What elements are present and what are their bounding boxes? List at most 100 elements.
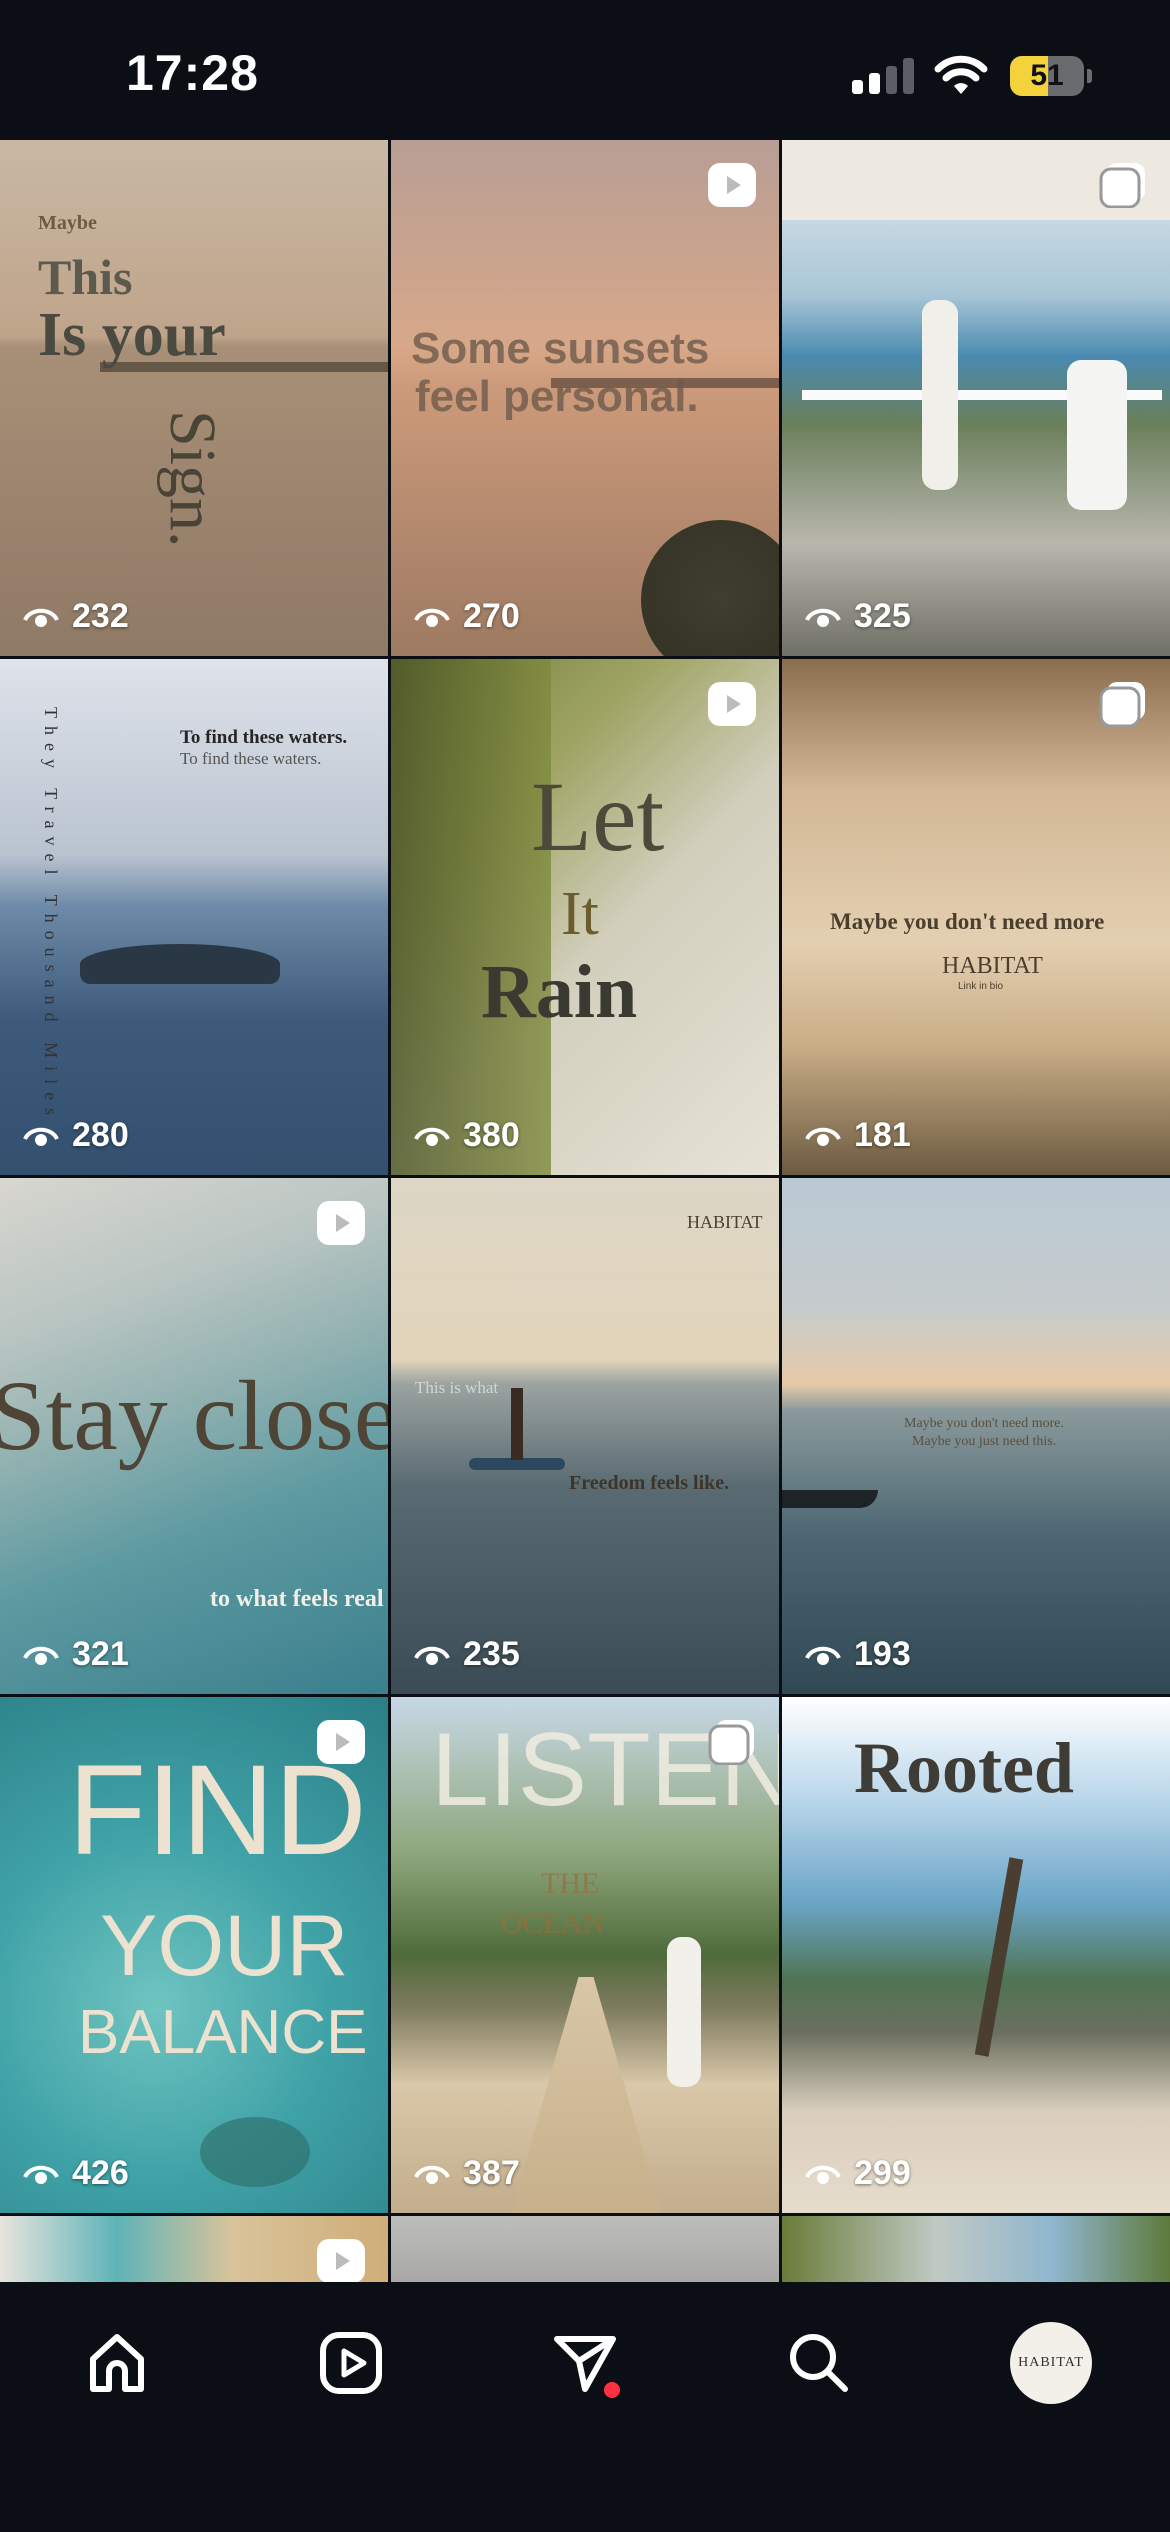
stack-icon — [1099, 163, 1145, 208]
view-count-value: 387 — [463, 2154, 520, 2192]
post-caption: They Travel Thousand Miles — [41, 707, 61, 1124]
nav-home[interactable] — [72, 2318, 162, 2408]
post-caption: Rain — [481, 950, 638, 1034]
view-count-value: 280 — [72, 1116, 129, 1154]
reels-icon — [320, 2332, 382, 2394]
post-tile[interactable]: Maybe you don't need more. Maybe you jus… — [782, 1178, 1170, 1694]
post-tile[interactable]: Let It Rain 380 — [391, 659, 779, 1175]
avatar-text: HABITAT — [1018, 2355, 1084, 2370]
view-count: 280 — [22, 1116, 129, 1155]
view-count-value: 193 — [854, 1635, 911, 1673]
post-caption: YOUR — [100, 1898, 349, 1994]
play-square-icon — [708, 163, 756, 207]
eye-icon — [414, 2165, 450, 2184]
post-caption: Maybe you don't need more — [830, 909, 1105, 934]
eye-icon — [414, 1646, 450, 1665]
post-caption: This — [38, 249, 133, 305]
post-caption: Let — [531, 761, 665, 872]
post-caption: THE — [541, 1867, 600, 1900]
post-tile[interactable]: Maybe This Is your Sign. 232 — [0, 140, 388, 656]
eye-icon — [414, 1127, 450, 1146]
post-tile[interactable]: 325 — [782, 140, 1170, 656]
post-tile[interactable]: Maybe you don't need more HABITAT Link i… — [782, 659, 1170, 1175]
post-tile[interactable] — [782, 2216, 1170, 2282]
eye-icon — [23, 2165, 59, 2184]
post-caption: Stay close — [0, 1360, 388, 1471]
eye-icon — [805, 2165, 841, 2184]
view-count: 270 — [413, 597, 520, 636]
nav-messages[interactable] — [540, 2318, 630, 2408]
post-caption: to what feels real — [210, 1586, 384, 1612]
view-count-value: 299 — [854, 2154, 911, 2192]
post-caption: HABITAT — [687, 1212, 763, 1232]
post-caption: Maybe you don't need more. — [904, 1416, 1064, 1431]
post-tile[interactable]: HABITAT This is what Freedom feels like.… — [391, 1178, 779, 1694]
status-time: 17:28 — [126, 45, 259, 101]
nav-profile[interactable]: HABITAT — [1006, 2318, 1096, 2408]
post-caption: Sign. — [156, 410, 229, 548]
notification-dot — [604, 2382, 620, 2398]
view-count: 232 — [22, 597, 129, 636]
post-tile[interactable]: Rooted 299 — [782, 1697, 1170, 2213]
post-caption: This is what — [415, 1378, 499, 1397]
view-count: 321 — [22, 1635, 129, 1674]
post-tile[interactable]: LISTEN THE OCEAN 387 — [391, 1697, 779, 2213]
post-tile[interactable]: FIND YOUR BALANCE 426 — [0, 1697, 388, 2213]
view-count: 235 — [413, 1635, 520, 1674]
view-count-value: 270 — [463, 597, 520, 635]
post-caption: feel personal. — [415, 372, 699, 421]
bottom-nav: HABITAT — [0, 2282, 1170, 2532]
view-count-value: 321 — [72, 1635, 129, 1673]
eye-icon — [805, 1127, 841, 1146]
eye-icon — [23, 608, 59, 627]
post-tile[interactable] — [391, 2216, 779, 2282]
eye-icon — [414, 608, 450, 627]
post-caption: Link in bio — [958, 981, 1004, 992]
home-icon — [90, 2334, 144, 2392]
post-tile[interactable] — [0, 2216, 388, 2282]
post-caption: It — [561, 880, 599, 948]
post-caption: Maybe — [38, 212, 97, 234]
post-caption: HABITAT — [942, 953, 1043, 979]
post-caption: Is your — [38, 301, 226, 369]
play-square-icon — [317, 2239, 365, 2282]
post-caption: BALANCE — [78, 1998, 368, 2067]
post-caption: To find these waters. — [180, 749, 322, 768]
post-caption: To find these waters. — [180, 727, 348, 748]
play-square-icon — [708, 682, 756, 726]
wifi-icon — [934, 55, 988, 94]
battery-level: 51 — [1030, 59, 1064, 92]
view-count: 426 — [22, 2154, 129, 2193]
view-count: 325 — [804, 597, 911, 636]
post-caption: Freedom feels like. — [569, 1472, 730, 1494]
post-caption: Maybe you just need this. — [912, 1434, 1057, 1449]
signal-icon — [852, 58, 914, 94]
battery-icon: 51 — [1010, 56, 1092, 96]
post-caption: Some sunsets — [411, 324, 710, 373]
view-count-value: 232 — [72, 597, 129, 635]
view-count-value: 426 — [72, 2154, 129, 2192]
view-count: 380 — [413, 1116, 520, 1155]
post-tile[interactable]: They Travel Thousand Miles To find these… — [0, 659, 388, 1175]
view-count-value: 380 — [463, 1116, 520, 1154]
play-square-icon — [317, 1201, 365, 1245]
eye-icon — [805, 608, 841, 627]
nav-search[interactable] — [774, 2318, 864, 2408]
eye-icon — [805, 1646, 841, 1665]
status-bar: 17:28 51 — [0, 0, 1170, 140]
post-tile[interactable]: Some sunsets feel personal. 270 — [391, 140, 779, 656]
post-caption: OCEAN — [501, 1907, 605, 1940]
avatar: HABITAT — [1010, 2322, 1092, 2404]
view-count: 387 — [413, 2154, 520, 2193]
view-count: 181 — [804, 1116, 911, 1155]
view-count: 299 — [804, 2154, 911, 2193]
view-count: 193 — [804, 1635, 911, 1674]
search-icon — [790, 2334, 848, 2392]
post-tile[interactable]: Stay close to what feels real 321 — [0, 1178, 388, 1694]
posts-grid: Maybe This Is your Sign. 232 Some sunset… — [0, 140, 1170, 2282]
view-count-value: 325 — [854, 597, 911, 635]
stack-icon — [1099, 682, 1145, 727]
stack-icon — [708, 1720, 754, 1765]
view-count-value: 181 — [854, 1116, 911, 1154]
nav-reels[interactable] — [306, 2318, 396, 2408]
